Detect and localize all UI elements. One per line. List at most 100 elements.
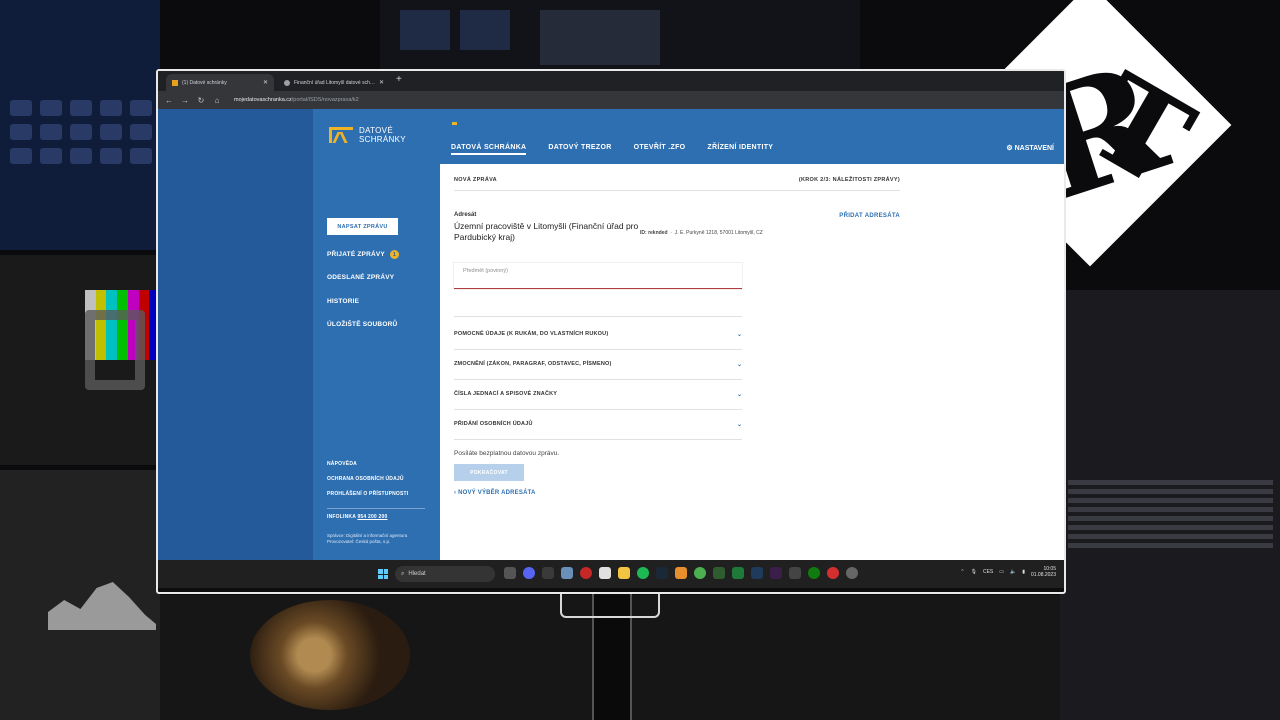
chrome-icon[interactable]	[694, 567, 706, 579]
windows-taskbar: ⌕ Hledat ⌃ 🎙 CES ▭ 🔈 ▮ 10:05 01.08.2023	[158, 560, 1064, 588]
settings-label: NASTAVENÍ	[1014, 145, 1054, 152]
divider	[454, 379, 742, 380]
app-icon[interactable]	[846, 567, 858, 579]
address-bar: ← → ↻ ⌂ mojedatovaschranka.cz/portal/ISD…	[158, 91, 1064, 109]
nav-datovy-trezor[interactable]: DATOVÝ TREZOR	[548, 144, 611, 155]
add-recipient-link[interactable]: PŘIDAT ADRESÁTA	[839, 213, 900, 219]
recipient-label: Adresát	[454, 212, 477, 218]
chevron-down-icon: ⌄	[736, 331, 742, 338]
url-field[interactable]: mojedatovaschranka.cz/portal/ISDS/novazp…	[234, 97, 359, 103]
browser-tab-active[interactable]: (1) Datové schránky ✕	[166, 74, 274, 91]
footer-link-accessibility[interactable]: PROHLÁŠENÍ O PŘÍSTUPNOSTI	[327, 491, 408, 497]
settings-link[interactable]: ⚙ NASTAVENÍ	[1006, 144, 1054, 152]
brand-line-2: SCHRÁNKY	[359, 135, 406, 144]
unread-badge: 1	[389, 250, 399, 259]
section-authorization[interactable]: ZMOCNĚNÍ (ZÁKON, PARAGRAF, ODSTAVEC, PÍS…	[454, 357, 742, 371]
opera-icon[interactable]	[580, 567, 592, 579]
nav-datova-schranka[interactable]: DATOVÁ SCHRÁNKA	[451, 144, 527, 155]
divider	[454, 349, 742, 350]
close-tab-icon[interactable]: ✕	[379, 79, 384, 86]
battery-icon[interactable]: ▮	[1022, 569, 1025, 575]
taskbar-search[interactable]: ⌕ Hledat	[395, 566, 495, 582]
nav-indicator	[452, 122, 457, 125]
nav-zrizeni-identity[interactable]: ZŘÍZENÍ IDENTITY	[707, 144, 773, 155]
infoline-number[interactable]: 954 200 200	[357, 514, 387, 520]
tab-label: (1) Datové schránky	[182, 79, 227, 86]
background-photo-editor	[0, 470, 160, 720]
section-personal-data[interactable]: PŘIDÁNÍ OSOBNÍCH ÚDAJŮ ⌄	[454, 417, 742, 431]
operator-info: Správce: Digitální a informační agentura…	[327, 533, 407, 545]
forward-arrow-icon[interactable]: →	[180, 96, 190, 105]
microphone-icon[interactable]: 🎙	[971, 569, 977, 575]
brand-text: DATOVÉ SCHRÁNKY	[359, 126, 406, 144]
taskbar-apps	[504, 567, 858, 579]
footer-link-help[interactable]: NÁPOVĚDA	[327, 461, 357, 467]
divider	[454, 409, 742, 410]
section-reference-numbers[interactable]: ČÍSLA JEDNACÍ A SPISOVÉ ZNAČKY ⌄	[454, 387, 742, 401]
footer-link-privacy[interactable]: OCHRANA OSOBNÍCH ÚDAJŮ	[327, 476, 404, 482]
chevron-down-icon: ⌄	[736, 361, 742, 368]
network-icon[interactable]: ▭	[999, 569, 1004, 575]
operator-line-2: Provozovatel: Česká pošta, s.p.	[327, 539, 391, 544]
background-image	[250, 600, 410, 710]
favicon-icon	[284, 79, 290, 86]
sidebar-item-sent[interactable]: ODESLANÉ ZPRÁVY	[327, 274, 394, 281]
vlc-icon[interactable]	[675, 567, 687, 579]
volume-icon[interactable]: 🔈	[1010, 569, 1016, 575]
chevron-up-icon[interactable]: ⌃	[960, 569, 964, 575]
clock[interactable]: 10:05 01.08.2023	[1031, 566, 1056, 578]
back-arrow-icon[interactable]: ←	[164, 96, 174, 105]
taskbar-search-label: Hledat	[408, 571, 426, 577]
browser-tab[interactable]: Finanční úřad Litomyšl datové sch… ✕	[278, 74, 390, 91]
opera-gx-icon[interactable]	[827, 567, 839, 579]
excel-icon[interactable]	[732, 567, 744, 579]
message-form: NOVÁ ZPRÁVA (KROK 2/3: NÁLEŽITOSTI ZPRÁV…	[440, 164, 910, 560]
subject-field[interactable]: Předmět (povinný)	[454, 263, 742, 289]
discord-icon[interactable]	[523, 567, 535, 579]
app-icon[interactable]	[789, 567, 801, 579]
section-label: POMOCNÉ ÚDAJE (K RUKÁM, DO VLASTNÍCH RUK…	[454, 331, 609, 337]
background-registry-rows	[1068, 480, 1273, 552]
back-link-label: NOVÝ VÝBĚR ADRESÁTA	[458, 490, 536, 496]
reload-icon[interactable]: ↻	[196, 96, 206, 105]
close-tab-icon[interactable]: ✕	[263, 79, 268, 86]
premiere-icon[interactable]	[770, 567, 782, 579]
sidebar-item-storage[interactable]: ÚLOŽIŠTĚ SOUBORŮ	[327, 321, 397, 328]
url-host: mojedatovaschranka.cz	[234, 97, 292, 103]
site-logo[interactable]: DATOVÉ SCHRÁNKY	[329, 126, 406, 144]
sidebar-item-history[interactable]: HISTORIE	[327, 298, 359, 305]
monitor-bracket	[560, 590, 660, 618]
monitor-screen: (1) Datové schránky ✕ Finanční úřad Lito…	[156, 69, 1066, 594]
recipient-id-value: reknded	[648, 230, 668, 236]
xbox-icon[interactable]	[808, 567, 820, 579]
sidebar-divider	[327, 508, 425, 509]
divider	[454, 439, 742, 440]
new-tab-icon[interactable]: +	[396, 74, 402, 85]
url-path: /portal/ISDS/novazprava/k2	[291, 97, 359, 103]
sidebar-item-received[interactable]: PŘIJATÉ ZPRÁVY 1	[327, 250, 399, 259]
header-left-panel	[158, 109, 313, 560]
new-recipient-link[interactable]: ‹ NOVÝ VÝBĚR ADRESÁTA	[454, 490, 536, 496]
notepad-icon[interactable]	[599, 567, 611, 579]
background-start-menu	[0, 0, 160, 250]
language-indicator[interactable]: CES	[983, 569, 993, 575]
recipient-id-label: ID:	[640, 230, 647, 236]
file-explorer-icon[interactable]	[618, 567, 630, 579]
compose-button[interactable]: NAPSAT ZPRÁVU	[327, 218, 398, 235]
app-icon[interactable]	[542, 567, 554, 579]
photoshop-icon[interactable]	[751, 567, 763, 579]
browser-tab-bar: (1) Datové schránky ✕ Finanční úřad Lito…	[158, 71, 1064, 91]
nav-otevrit-zfo[interactable]: OTEVŘÍT .ZFO	[634, 144, 686, 155]
home-icon[interactable]: ⌂	[212, 96, 222, 105]
task-view-icon[interactable]	[504, 567, 516, 579]
background-video-strip	[380, 0, 860, 70]
settings-app-icon[interactable]	[561, 567, 573, 579]
spotify-icon[interactable]	[637, 567, 649, 579]
app-icon[interactable]	[713, 567, 725, 579]
windows-start-icon[interactable]	[378, 569, 388, 579]
continue-button[interactable]: POKRAČOVAT	[454, 464, 524, 481]
steam-icon[interactable]	[656, 567, 668, 579]
brand-mark-icon	[329, 127, 353, 143]
section-auxiliary-data[interactable]: POMOCNÉ ÚDAJE (K RUKÁM, DO VLASTNÍCH RUK…	[454, 327, 742, 341]
top-navigation: DATOVÁ SCHRÁNKA DATOVÝ TREZOR OTEVŘÍT .Z…	[451, 144, 773, 155]
